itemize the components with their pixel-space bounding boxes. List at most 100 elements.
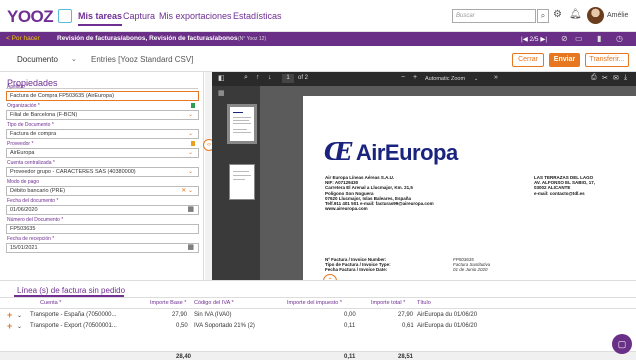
apellido-value: Factura de Compra FP503635 (AirEuropa) — [10, 93, 114, 99]
expand-chevron-icon[interactable]: ⌄ — [17, 312, 22, 319]
chevron-down-icon[interactable]: ⌄ — [188, 130, 193, 138]
organizacion-select[interactable]: Filial de Barcelona (F-BCN) ⌄ — [6, 110, 199, 120]
invoice-values: FP503635 Factura Sustitutiva 01 de Junio… — [453, 257, 491, 273]
more-tools-icon[interactable]: » — [494, 74, 498, 81]
field-label-fecha-recepcion: Fecha de recepción * — [7, 236, 55, 242]
cell-importe-impuesto[interactable]: 0,11 — [344, 323, 355, 329]
zoom-out-icon[interactable]: − — [401, 74, 405, 81]
column-header-importe-total[interactable]: Importe total * — [371, 300, 405, 306]
cell-importe-impuesto[interactable]: 0,00 — [344, 312, 356, 318]
modo-pago-select[interactable]: Débito bancario (PRE) ✕ ⌄ — [6, 186, 199, 196]
enviar-button[interactable]: Enviar — [549, 53, 580, 67]
find-icon[interactable]: ⌕ — [244, 74, 248, 82]
column-header-titulo[interactable]: Título — [417, 300, 431, 306]
column-header-codigo-iva[interactable]: Código del IVA * — [194, 300, 234, 306]
chevron-down-icon[interactable]: ⌄ — [188, 111, 193, 119]
fecha-recepcion-field[interactable]: 15/01/2021 ▦ — [6, 243, 199, 253]
nav-tab-mis-exportaciones[interactable]: Mis exportaciones — [159, 11, 232, 21]
nav-tab-mis-tareas[interactable]: Mis tareas — [78, 11, 123, 26]
cell-titulo[interactable]: AirEuropa du 01/06/20 — [417, 312, 477, 318]
cell-cuenta[interactable]: Transporte - Export (70500001... — [30, 323, 117, 329]
transfer-button[interactable]: Transferir... — [585, 53, 629, 67]
cell-codigo-iva[interactable]: IVA Soportado 21% (2) — [194, 323, 255, 329]
zoom-select[interactable]: Automatic Zoom — [425, 76, 465, 82]
grid-view-icon[interactable]: ▦ — [218, 89, 225, 97]
column-header-cuenta[interactable]: Cuenta * — [40, 300, 61, 306]
logo-badge-icon — [58, 9, 72, 23]
add-line-icon[interactable]: + — [7, 321, 12, 331]
scissors-icon[interactable]: ✂ — [602, 74, 608, 82]
clock-icon[interactable]: ◷ — [616, 34, 623, 43]
breadcrumb: Revisión de facturas/abonos, Revisión de… — [57, 35, 238, 42]
zoom-in-icon[interactable]: + — [413, 74, 417, 81]
download-icon[interactable]: ⤓ — [624, 74, 627, 82]
gear-icon[interactable]: ⚙ — [553, 9, 562, 20]
field-label-modo-pago: Modo de pago — [7, 179, 39, 185]
proveedor-select[interactable]: AirEuropa ⌄ — [6, 148, 199, 158]
breadcrumb-bar: < Por hacer Revisión de facturas/abonos,… — [0, 32, 636, 46]
section-divider — [6, 88, 198, 89]
cell-importe-total[interactable]: 27,90 — [398, 312, 413, 318]
field-label-cuenta: Cuenta centralizada * — [7, 160, 55, 166]
cell-cuenta[interactable]: Transporte - España (7050000... — [30, 312, 117, 318]
email-icon[interactable]: ✉ — [613, 74, 619, 82]
cell-importe-base[interactable]: 27,90 — [172, 312, 187, 318]
cerrar-button[interactable]: Cerrar — [512, 53, 544, 67]
tab-documento-chevron-icon[interactable]: ⌄ — [71, 55, 77, 63]
field-label-apellido: Apellido * — [7, 84, 29, 90]
back-link[interactable]: < Por hacer — [6, 35, 40, 42]
lines-divider — [0, 297, 636, 298]
properties-panel: Propiedades Apellido * Factura de Compra… — [0, 72, 204, 280]
page-number-input[interactable]: 1 — [282, 74, 294, 83]
aireuropa-logo-text: AirEuropa — [355, 140, 458, 165]
cell-titulo[interactable]: AirEuropa du 01/06/20 — [417, 323, 477, 329]
nav-tab-captura[interactable]: Captura — [123, 11, 155, 21]
apellido-field[interactable]: Factura de Compra FP503635 (AirEuropa) — [6, 91, 199, 101]
trash-icon[interactable]: ▮ — [597, 34, 601, 43]
chat-support-icon[interactable]: ▢ — [612, 334, 632, 354]
print-icon[interactable]: ⎙ — [591, 74, 597, 82]
avatar[interactable] — [587, 7, 604, 24]
next-page-icon[interactable]: ↓ — [268, 74, 272, 81]
totals-row: 28,40 0,11 28,51 — [0, 351, 636, 360]
pdf-toolbar: ◧ ⌕ ↑ ↓ 1 of 2 − + Automatic Zoom ⌄ » ⎙ … — [212, 72, 636, 86]
field-label-numero: Número del Documento * — [7, 217, 64, 223]
page-thumbnail-2[interactable] — [229, 164, 255, 200]
document-pager[interactable]: |◀ 2/5 ▶| — [521, 35, 547, 43]
sender-address: Air Europa Líneas Aéreas S.A.U. NIF: A07… — [325, 175, 434, 212]
column-header-importe-base[interactable]: Importe Base * — [150, 300, 186, 306]
clear-chevron-icon[interactable]: ✕ ⌄ — [181, 187, 193, 195]
calendar-icon[interactable]: ▦ — [187, 244, 194, 252]
fecha-documento-field[interactable]: 01/06/2020 ▦ — [6, 205, 199, 215]
cuenta-centralizada-select[interactable]: Proveedor grupo - CARACTERES SAS (403800… — [6, 167, 199, 177]
unlink-icon[interactable]: ⊘ — [561, 34, 568, 43]
tab-entries[interactable]: Entries [Yooz Standard CSV] — [91, 55, 193, 64]
chevron-down-icon[interactable]: ⌄ — [188, 168, 193, 176]
yooz-logo[interactable]: YOOZ — [7, 7, 54, 27]
document-tabs: Documento ⌄ Entries [Yooz Standard CSV] … — [0, 46, 636, 72]
numero-documento-field[interactable]: FP503635 — [6, 224, 199, 234]
tipo-documento-select[interactable]: Factura de compra ⌄ — [6, 129, 199, 139]
column-header-importe-impuesto[interactable]: Importe del impuesto * — [287, 300, 342, 306]
expand-chevron-icon[interactable]: ⌄ — [17, 323, 22, 330]
calendar-icon[interactable]: ▦ — [187, 206, 194, 214]
nav-tab-estadisticas[interactable]: Estadísticas — [233, 11, 282, 21]
lines-title[interactable]: Línea (s) de factura sin pedido — [17, 286, 125, 295]
page-thumbnail-1[interactable] — [227, 104, 257, 144]
add-line-icon[interactable]: + — [7, 310, 12, 320]
search-input[interactable]: Buscar — [452, 9, 536, 23]
chat-icon[interactable]: ▭ — [575, 34, 583, 43]
vertical-splitter[interactable] — [205, 72, 212, 280]
bell-icon[interactable]: 🔔︎ — [569, 9, 582, 20]
header-divider — [0, 308, 636, 309]
cell-codigo-iva[interactable]: Sin IVA (IVA0) — [194, 312, 231, 318]
chevron-down-icon[interactable]: ⌄ — [188, 149, 193, 157]
zoom-chevron-icon[interactable]: ⌄ — [474, 76, 478, 82]
sidebar-toggle-icon[interactable]: ◧ — [218, 74, 225, 82]
tab-documento[interactable]: Documento — [17, 55, 58, 64]
user-name[interactable]: Amélie — [607, 12, 628, 19]
cell-importe-total[interactable]: 0,61 — [402, 323, 414, 329]
previous-page-icon[interactable]: ↑ — [256, 74, 260, 81]
search-icon[interactable]: ⌕ — [537, 9, 549, 23]
cell-importe-base[interactable]: 0,50 — [176, 323, 188, 329]
